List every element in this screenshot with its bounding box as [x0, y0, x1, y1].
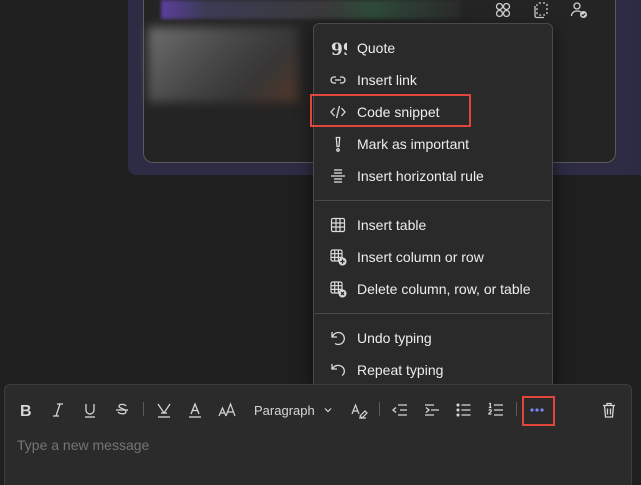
people-check-icon[interactable] [566, 0, 591, 20]
toolbar-divider [143, 402, 144, 416]
menu-item-label: Delete column, row, or table [357, 281, 531, 297]
toolbar-divider [379, 402, 380, 416]
underline-button[interactable] [80, 399, 100, 421]
font-size-button[interactable] [216, 399, 238, 421]
menu-item-label: Mark as important [357, 136, 470, 152]
trash-icon [600, 401, 618, 419]
table-icon [329, 216, 347, 234]
strikethrough-button[interactable] [112, 399, 132, 421]
menu-item-label: Undo typing [357, 330, 432, 346]
menu-item-insert-table[interactable]: Insert table [314, 209, 552, 241]
numbered-list-button[interactable] [486, 399, 506, 421]
undo-icon [329, 329, 347, 347]
more-options-highlight [522, 396, 555, 426]
more-options-menu: 99 Quote Insert link Code snippet Mark a… [313, 23, 553, 394]
code-snippet-highlight [310, 94, 471, 127]
menu-divider [315, 200, 551, 201]
table-delete-icon [329, 280, 347, 298]
svg-text:99: 99 [331, 40, 347, 57]
menu-item-repeat-typing[interactable]: Repeat typing [314, 354, 552, 386]
menu-item-delete-column-row-table[interactable]: Delete column, row, or table [314, 273, 552, 305]
delete-button[interactable] [599, 399, 619, 421]
link-icon [329, 71, 347, 89]
svg-text:B: B [20, 403, 32, 419]
menu-item-mark-important[interactable]: Mark as important [314, 128, 552, 160]
horizontal-rule-icon [329, 167, 347, 185]
copy-icon[interactable] [528, 0, 553, 20]
redo-icon [329, 361, 347, 379]
menu-item-insert-link[interactable]: Insert link [314, 64, 552, 96]
italic-button[interactable] [48, 399, 68, 421]
blurred-preview-strip [161, 0, 461, 19]
toolbar-divider [516, 402, 517, 416]
menu-item-insert-column-row[interactable]: Insert column or row [314, 241, 552, 273]
clear-format-button[interactable] [348, 399, 370, 421]
menu-item-undo-typing[interactable]: Undo typing [314, 322, 552, 354]
menu-item-quote[interactable]: 99 Quote [314, 32, 552, 64]
menu-item-label: Insert horizontal rule [357, 168, 484, 184]
bold-button[interactable]: B [16, 399, 36, 421]
highlight-button[interactable] [154, 399, 174, 421]
table-add-icon [329, 248, 347, 266]
increase-indent-button[interactable] [422, 399, 442, 421]
menu-item-label: Insert link [357, 72, 417, 88]
menu-item-label: Insert column or row [357, 249, 484, 265]
message-input[interactable] [17, 437, 607, 453]
quote-icon: 99 [329, 39, 347, 57]
menu-item-label: Quote [357, 40, 396, 56]
paragraph-style-label: Paragraph [254, 402, 315, 418]
font-color-button[interactable] [185, 399, 205, 421]
menu-divider [315, 313, 551, 314]
menu-item-horizontal-rule[interactable]: Insert horizontal rule [314, 160, 552, 192]
important-icon [329, 135, 347, 153]
menu-item-label: Repeat typing [357, 362, 444, 378]
chevron-down-icon [323, 405, 333, 415]
blurred-thumbnail [148, 27, 298, 102]
decrease-indent-button[interactable] [390, 399, 410, 421]
bulleted-list-button[interactable] [454, 399, 474, 421]
apps-icon[interactable] [490, 0, 515, 20]
menu-item-label: Insert table [357, 217, 427, 233]
card-actions [490, 0, 591, 20]
paragraph-style-dropdown[interactable]: Paragraph [254, 399, 334, 421]
